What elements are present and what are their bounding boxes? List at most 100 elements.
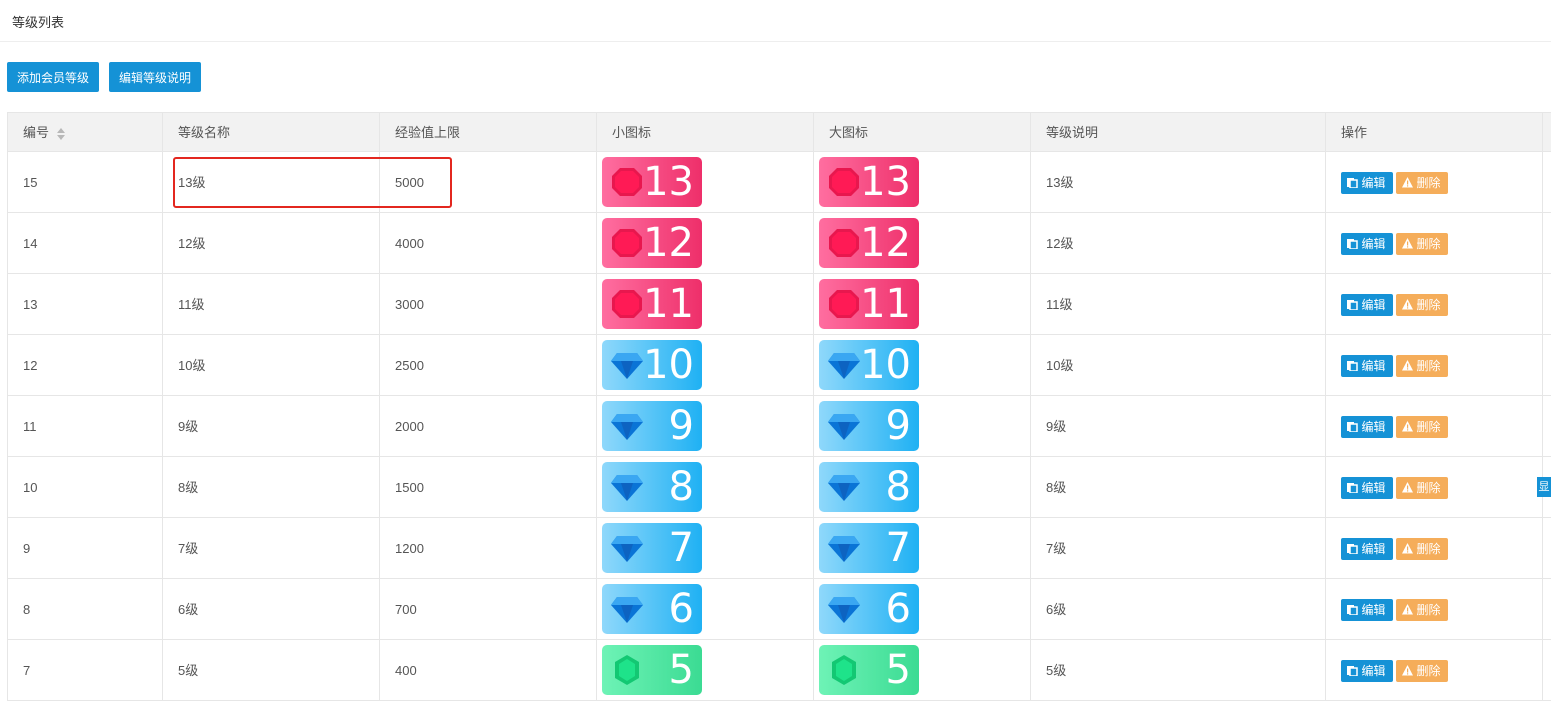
cell-large-icon: 10	[814, 335, 1031, 396]
cell-level-name: 6级	[163, 579, 380, 640]
level-badge-small: 11	[602, 279, 702, 329]
cell-id: 7	[8, 640, 163, 701]
edit-button[interactable]: 编辑	[1341, 233, 1393, 255]
diamond-gem-icon	[828, 475, 860, 501]
badge-number: 12	[860, 220, 911, 266]
badge-number: 6	[885, 586, 911, 632]
table-row: 15 13级 5000 13 13 13级 编辑 删除	[8, 152, 1551, 213]
warning-icon	[1402, 299, 1414, 310]
badge-number: 5	[668, 647, 694, 693]
delete-button[interactable]: 删除	[1396, 172, 1448, 194]
cell-actions: 编辑 删除	[1326, 579, 1543, 640]
cell-large-icon: 6	[814, 579, 1031, 640]
level-badge-large: 9	[819, 401, 919, 451]
edit-button[interactable]: 编辑	[1341, 416, 1393, 438]
delete-button[interactable]: 删除	[1396, 233, 1448, 255]
edit-button[interactable]: 编辑	[1341, 172, 1393, 194]
edit-button[interactable]: 编辑	[1341, 294, 1393, 316]
badge-number: 11	[643, 281, 694, 327]
cell-exp-limit: 4000	[380, 213, 597, 274]
badge-number: 11	[860, 281, 911, 327]
edit-button-label: 编辑	[1361, 542, 1386, 556]
table-row: 7 5级 400 5 5 5级 编辑 删除	[8, 640, 1551, 701]
edit-icon	[1347, 422, 1359, 432]
cell-small-icon: 6	[597, 579, 814, 640]
cell-exp-limit: 700	[380, 579, 597, 640]
cell-exp-limit: 1500	[380, 457, 597, 518]
edit-button[interactable]: 编辑	[1341, 355, 1393, 377]
cell-actions: 编辑 删除	[1326, 335, 1543, 396]
delete-button-label: 删除	[1416, 359, 1441, 373]
table-row: 8 6级 700 6 6 6级 编辑 删除	[8, 579, 1551, 640]
cell-level-desc: 13级	[1031, 152, 1326, 213]
delete-button[interactable]: 删除	[1396, 599, 1448, 621]
cell-id: 13	[8, 274, 163, 335]
delete-button-label: 删除	[1416, 664, 1441, 678]
delete-button[interactable]: 删除	[1396, 477, 1448, 499]
table-row: 9 7级 1200 7 7 7级 编辑 删除	[8, 518, 1551, 579]
diamond-gem-icon	[611, 414, 643, 440]
table-row: 14 12级 4000 12 12 12级 编辑 删除	[8, 213, 1551, 274]
cell-large-icon: 5	[814, 640, 1031, 701]
header-id[interactable]: 编号	[8, 113, 163, 152]
page-title: 等级列表	[12, 15, 65, 30]
level-table: 编号 等级名称 经验值上限 小图标 大图标 等级说明 操作 15 13级 5000 1…	[7, 112, 1551, 701]
badge-number: 13	[860, 159, 911, 205]
edit-button[interactable]: 编辑	[1341, 538, 1393, 560]
level-badge-large: 11	[819, 279, 919, 329]
header-level-desc: 等级说明	[1031, 113, 1326, 152]
cell-level-name: 11级	[163, 274, 380, 335]
warning-icon	[1402, 543, 1414, 554]
cell-exp-limit: 3000	[380, 274, 597, 335]
edit-button-label: 编辑	[1361, 481, 1386, 495]
cell-level-desc: 8级	[1031, 457, 1326, 518]
edit-button[interactable]: 编辑	[1341, 599, 1393, 621]
edit-icon	[1347, 300, 1359, 310]
delete-button[interactable]: 删除	[1396, 416, 1448, 438]
diamond-gem-icon	[828, 353, 860, 379]
cell-level-name: 8级	[163, 457, 380, 518]
add-member-level-button[interactable]: 添加会员等级	[7, 62, 99, 92]
cell-id: 14	[8, 213, 163, 274]
badge-number: 9	[668, 403, 694, 449]
level-badge-small: 12	[602, 218, 702, 268]
warning-icon	[1402, 421, 1414, 432]
cell-exp-limit: 2500	[380, 335, 597, 396]
diamond-gem-icon	[611, 597, 643, 623]
cell-level-name: 5级	[163, 640, 380, 701]
delete-button[interactable]: 删除	[1396, 355, 1448, 377]
warning-icon	[1402, 482, 1414, 493]
edit-button-label: 编辑	[1361, 237, 1386, 251]
delete-button-label: 删除	[1416, 237, 1441, 251]
warning-icon	[1402, 360, 1414, 371]
delete-button[interactable]: 删除	[1396, 538, 1448, 560]
edit-level-description-button[interactable]: 编辑等级说明	[109, 62, 201, 92]
delete-button[interactable]: 删除	[1396, 660, 1448, 682]
cell-id: 15	[8, 152, 163, 213]
diamond-gem-icon	[611, 536, 643, 562]
cell-level-desc: 10级	[1031, 335, 1326, 396]
edit-button[interactable]: 编辑	[1341, 477, 1393, 499]
octagon-gem-icon	[612, 229, 642, 257]
cell-level-name: 9级	[163, 396, 380, 457]
cell-id: 10	[8, 457, 163, 518]
edit-button[interactable]: 编辑	[1341, 660, 1393, 682]
level-badge-large: 12	[819, 218, 919, 268]
table-row: 12 10级 2500 10 10 10级 编辑 删除	[8, 335, 1551, 396]
sort-icon[interactable]	[57, 127, 66, 140]
level-badge-small: 10	[602, 340, 702, 390]
diamond-gem-icon	[828, 414, 860, 440]
level-badge-large: 7	[819, 523, 919, 573]
badge-number: 8	[668, 464, 694, 510]
cell-large-icon: 11	[814, 274, 1031, 335]
cell-level-desc: 6级	[1031, 579, 1326, 640]
cell-exp-limit: 400	[380, 640, 597, 701]
cell-actions: 编辑 删除	[1326, 518, 1543, 579]
level-badge-large: 8	[819, 462, 919, 512]
edit-button-label: 编辑	[1361, 359, 1386, 373]
cell-id: 11	[8, 396, 163, 457]
side-tab[interactable]: 显	[1537, 477, 1551, 497]
level-badge-small: 9	[602, 401, 702, 451]
level-badge-small: 13	[602, 157, 702, 207]
delete-button[interactable]: 删除	[1396, 294, 1448, 316]
